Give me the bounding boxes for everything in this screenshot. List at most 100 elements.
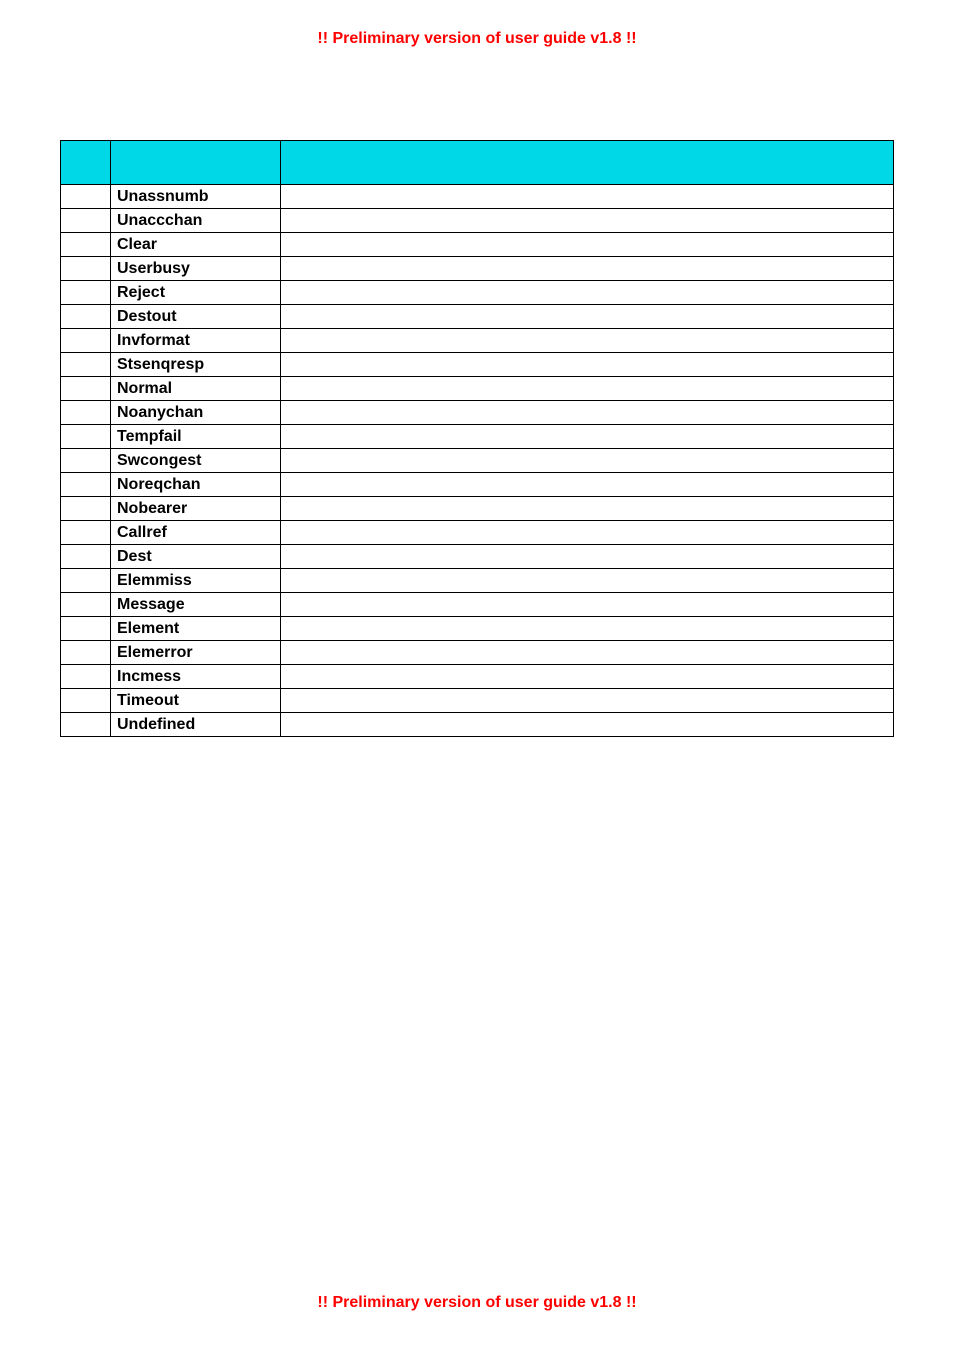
row-name-cell: Incmess	[111, 665, 281, 689]
table-row: Reject	[61, 281, 894, 305]
header-cell	[281, 167, 894, 185]
row-index-cell	[61, 401, 111, 425]
table-row: Noanychan	[61, 401, 894, 425]
row-index-cell	[61, 473, 111, 497]
row-name-cell: Reject	[111, 281, 281, 305]
row-name-cell: Elemerror	[111, 641, 281, 665]
row-name-cell: Tempfail	[111, 425, 281, 449]
row-name-cell: Unassnumb	[111, 185, 281, 209]
row-index-cell	[61, 377, 111, 401]
row-value-cell	[281, 473, 894, 497]
row-name-cell: Nobearer	[111, 497, 281, 521]
row-index-cell	[61, 665, 111, 689]
row-value-cell	[281, 569, 894, 593]
row-name-cell: Noreqchan	[111, 473, 281, 497]
row-value-cell	[281, 521, 894, 545]
row-name-cell: Element	[111, 617, 281, 641]
table-header-row-bottom	[61, 167, 894, 185]
row-name-cell: Invformat	[111, 329, 281, 353]
row-index-cell	[61, 209, 111, 233]
row-value-cell	[281, 401, 894, 425]
row-name-cell: Userbusy	[111, 257, 281, 281]
row-value-cell	[281, 641, 894, 665]
header-cell	[61, 141, 111, 167]
row-name-cell: Noanychan	[111, 401, 281, 425]
row-name-cell: Message	[111, 593, 281, 617]
row-name-cell: Swcongest	[111, 449, 281, 473]
row-index-cell	[61, 521, 111, 545]
table-row: Clear	[61, 233, 894, 257]
table-row: Noreqchan	[61, 473, 894, 497]
row-index-cell	[61, 329, 111, 353]
table-row: Elemmiss	[61, 569, 894, 593]
row-value-cell	[281, 377, 894, 401]
row-index-cell	[61, 641, 111, 665]
table-row: Userbusy	[61, 257, 894, 281]
table-row: Incmess	[61, 665, 894, 689]
page-footer-banner: !! Preliminary version of user guide v1.…	[0, 1294, 954, 1312]
row-index-cell	[61, 713, 111, 737]
table-row: Swcongest	[61, 449, 894, 473]
header-cell	[61, 167, 111, 185]
row-index-cell	[61, 257, 111, 281]
table-row: Destout	[61, 305, 894, 329]
table-row: Normal	[61, 377, 894, 401]
row-name-cell: Stsenqresp	[111, 353, 281, 377]
table-row: Timeout	[61, 689, 894, 713]
table-row: Unassnumb	[61, 185, 894, 209]
row-name-cell: Elemmiss	[111, 569, 281, 593]
row-index-cell	[61, 185, 111, 209]
row-value-cell	[281, 257, 894, 281]
header-cell	[281, 141, 894, 167]
row-index-cell	[61, 353, 111, 377]
row-value-cell	[281, 305, 894, 329]
row-index-cell	[61, 593, 111, 617]
row-value-cell	[281, 185, 894, 209]
table-row: Undefined	[61, 713, 894, 737]
row-value-cell	[281, 209, 894, 233]
table-row: Invformat	[61, 329, 894, 353]
row-value-cell	[281, 713, 894, 737]
row-name-cell: Unaccchan	[111, 209, 281, 233]
row-index-cell	[61, 233, 111, 257]
row-index-cell	[61, 689, 111, 713]
row-index-cell	[61, 569, 111, 593]
table-header-row-top	[61, 141, 894, 167]
table-row: Stsenqresp	[61, 353, 894, 377]
table-row: Element	[61, 617, 894, 641]
row-name-cell: Normal	[111, 377, 281, 401]
table-row: Unaccchan	[61, 209, 894, 233]
parameters-table-wrap: UnassnumbUnaccchanClearUserbusyRejectDes…	[60, 140, 894, 737]
row-value-cell	[281, 233, 894, 257]
row-value-cell	[281, 329, 894, 353]
row-value-cell	[281, 353, 894, 377]
row-name-cell: Undefined	[111, 713, 281, 737]
row-index-cell	[61, 449, 111, 473]
row-name-cell: Dest	[111, 545, 281, 569]
table-row: Dest	[61, 545, 894, 569]
table-body: UnassnumbUnaccchanClearUserbusyRejectDes…	[61, 141, 894, 737]
table-row: Nobearer	[61, 497, 894, 521]
row-index-cell	[61, 425, 111, 449]
row-value-cell	[281, 545, 894, 569]
table-row: Elemerror	[61, 641, 894, 665]
row-name-cell: Timeout	[111, 689, 281, 713]
header-cell	[111, 167, 281, 185]
table-row: Callref	[61, 521, 894, 545]
row-value-cell	[281, 449, 894, 473]
row-value-cell	[281, 665, 894, 689]
row-name-cell: Callref	[111, 521, 281, 545]
row-value-cell	[281, 497, 894, 521]
parameters-table: UnassnumbUnaccchanClearUserbusyRejectDes…	[60, 140, 894, 737]
row-index-cell	[61, 617, 111, 641]
row-name-cell: Destout	[111, 305, 281, 329]
header-cell	[111, 141, 281, 167]
row-value-cell	[281, 425, 894, 449]
row-value-cell	[281, 689, 894, 713]
row-index-cell	[61, 305, 111, 329]
row-value-cell	[281, 281, 894, 305]
table-row: Message	[61, 593, 894, 617]
row-index-cell	[61, 281, 111, 305]
row-index-cell	[61, 545, 111, 569]
row-value-cell	[281, 617, 894, 641]
